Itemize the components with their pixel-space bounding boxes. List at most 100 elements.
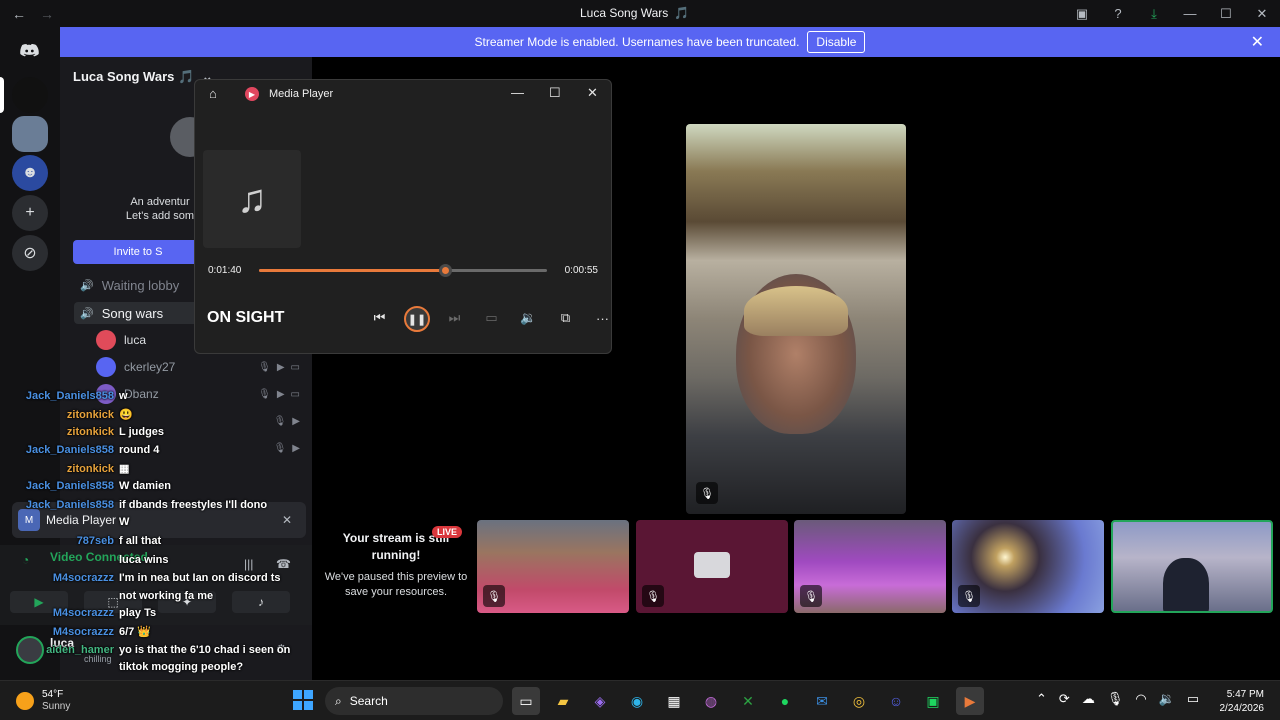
pause-button[interactable]: ❚❚: [404, 306, 430, 332]
music-note-icon: ♫: [237, 176, 267, 221]
mini-player-icon[interactable]: ⧉: [547, 306, 584, 330]
spotify-icon[interactable]: ●: [771, 687, 799, 715]
add-server-icon[interactable]: +: [12, 195, 48, 231]
chat-username[interactable]: Jack_Daniels858: [0, 480, 119, 492]
onedrive-icon[interactable]: ☁: [1082, 691, 1095, 707]
taskbar-search[interactable]: ⌕ Search: [325, 687, 503, 715]
seek-handle[interactable]: [438, 264, 452, 277]
chat-text: 6/7 👑: [119, 626, 152, 638]
guild-header[interactable]: Luca Song Wars 🎵 ⌄: [73, 69, 213, 85]
more-options-icon[interactable]: ···: [584, 306, 621, 330]
chat-username[interactable]: aiden_hamer: [0, 644, 119, 656]
chat-username[interactable]: zitonkick: [0, 463, 119, 475]
member-ckerley27[interactable]: ckerley27: [96, 357, 175, 377]
chat-username[interactable]: M4socrazzz: [0, 626, 119, 638]
xbox-icon[interactable]: ✕: [734, 687, 762, 715]
chat-username[interactable]: Jack_Daniels858: [0, 499, 119, 511]
discover-icon[interactable]: ⊘: [12, 235, 48, 271]
clock[interactable]: 5:47 PM 2/24/2026: [1220, 688, 1265, 716]
participant-tile-4[interactable]: 🎙: [952, 520, 1104, 613]
store-icon[interactable]: ▦: [660, 687, 688, 715]
search-label: Search: [349, 694, 388, 708]
chat-username[interactable]: M4socrazzz: [0, 607, 119, 619]
forward-arrow-icon[interactable]: →: [40, 6, 54, 22]
media-player-taskbar-icon[interactable]: ▶: [956, 687, 984, 715]
banner-close-icon[interactable]: ✕: [1251, 32, 1264, 52]
outlook-icon[interactable]: ✉: [808, 687, 836, 715]
history-nav: ← →: [0, 6, 60, 22]
photos-icon[interactable]: ◍: [697, 687, 725, 715]
game-app-icon[interactable]: ▣: [919, 687, 947, 715]
member-name: ckerley27: [124, 360, 176, 374]
previous-track-icon[interactable]: ⏮: [361, 306, 398, 330]
chat-text: w: [119, 390, 128, 402]
speaker-icon: 🔊: [80, 279, 94, 292]
soundboard-button[interactable]: ♪: [232, 591, 290, 613]
server-icon-luca[interactable]: [12, 77, 48, 113]
participant-tile-2[interactable]: 🎙: [636, 520, 788, 613]
featured-video-tile[interactable]: 🎙: [686, 124, 906, 514]
windows-start-icon[interactable]: [293, 690, 313, 710]
temperature: 54°F: [42, 689, 64, 700]
chrome-icon[interactable]: ◎: [845, 687, 873, 715]
close-icon[interactable]: ✕: [1244, 6, 1280, 22]
dismiss-icon[interactable]: ✕: [282, 513, 292, 527]
avatar: [96, 330, 116, 350]
chat-username[interactable]: Jack_Daniels858: [0, 390, 119, 402]
inbox-icon[interactable]: ▣: [1064, 6, 1100, 22]
discord-taskbar-icon[interactable]: ☺: [882, 687, 910, 715]
sync-icon[interactable]: ⟳: [1059, 691, 1070, 707]
chat-username[interactable]: M4socrazzz: [0, 572, 119, 584]
date: 2/24/2026: [1219, 703, 1265, 714]
chat-username[interactable]: 787seb: [0, 535, 119, 547]
participant-tile-5[interactable]: [1111, 520, 1273, 613]
volume-icon[interactable]: 🔉: [510, 306, 547, 330]
guild-name: Luca Song Wars: [73, 69, 175, 84]
minimize-icon[interactable]: —: [511, 85, 524, 100]
home-icon[interactable]: ⌂: [209, 86, 217, 101]
participant-tile-1[interactable]: 🎙: [477, 520, 629, 613]
window-titlebar: ← → Luca Song Wars 🎵 ▣ ? ⤓ — ☐ ✕: [0, 0, 1280, 27]
chat-message: M4socrazzz I'm in nea but Ian on discord …: [0, 572, 281, 584]
music-note-icon: 🎵: [674, 6, 690, 20]
discord-home-icon[interactable]: [12, 33, 48, 69]
weather-widget[interactable]: 54°F Sunny: [16, 689, 70, 713]
chat-message: luca wins: [0, 554, 169, 566]
battery-icon[interactable]: ▭: [1187, 691, 1199, 707]
invite-button[interactable]: Invite to S: [73, 240, 203, 264]
chat-username[interactable]: zitonkick: [0, 426, 119, 438]
volume-icon[interactable]: 🔉: [1159, 691, 1175, 707]
server-icon-avatar[interactable]: [12, 116, 48, 152]
seek-bar[interactable]: [259, 264, 547, 277]
next-track-icon[interactable]: ⏭: [436, 306, 473, 330]
noise-suppression-icon[interactable]: |||: [244, 557, 253, 571]
subtitles-icon[interactable]: ▭: [473, 306, 510, 330]
disconnect-icon[interactable]: ☎: [276, 557, 291, 571]
task-view-icon[interactable]: ▭: [512, 687, 540, 715]
chat-text: not working fa me: [119, 590, 214, 602]
camera-icon: ▶: [292, 416, 300, 427]
banner-text: Streamer Mode is enabled. Usernames have…: [474, 35, 800, 49]
download-icon[interactable]: ⤓: [1136, 6, 1172, 22]
server-icon-bot[interactable]: ☻: [12, 155, 48, 191]
help-icon[interactable]: ?: [1100, 6, 1136, 21]
disable-button[interactable]: Disable: [807, 31, 866, 53]
member-luca[interactable]: luca: [96, 330, 146, 350]
close-icon[interactable]: ✕: [587, 85, 598, 101]
minimize-icon[interactable]: —: [1172, 6, 1208, 21]
wifi-icon[interactable]: ◠: [1135, 691, 1146, 707]
copilot-icon[interactable]: ◈: [586, 687, 614, 715]
edge-icon[interactable]: ◉: [623, 687, 651, 715]
maximize-icon[interactable]: ☐: [1208, 6, 1244, 22]
participant-tile-3[interactable]: 🎙: [794, 520, 946, 613]
back-arrow-icon[interactable]: ←: [12, 6, 26, 22]
title-text: Luca Song Wars: [580, 6, 669, 20]
microphone-icon[interactable]: 🎙: [1107, 691, 1124, 707]
member-status-icons: 🎙 ▶ ▭: [258, 362, 300, 373]
camera-icon: ▶: [292, 443, 300, 454]
file-explorer-icon[interactable]: ▰: [549, 687, 577, 715]
maximize-icon[interactable]: ☐: [549, 85, 561, 101]
chat-username[interactable]: zitonkick: [0, 409, 119, 421]
chat-username[interactable]: Jack_Daniels858: [0, 444, 119, 456]
chevron-up-icon[interactable]: ⌃: [1036, 691, 1047, 707]
